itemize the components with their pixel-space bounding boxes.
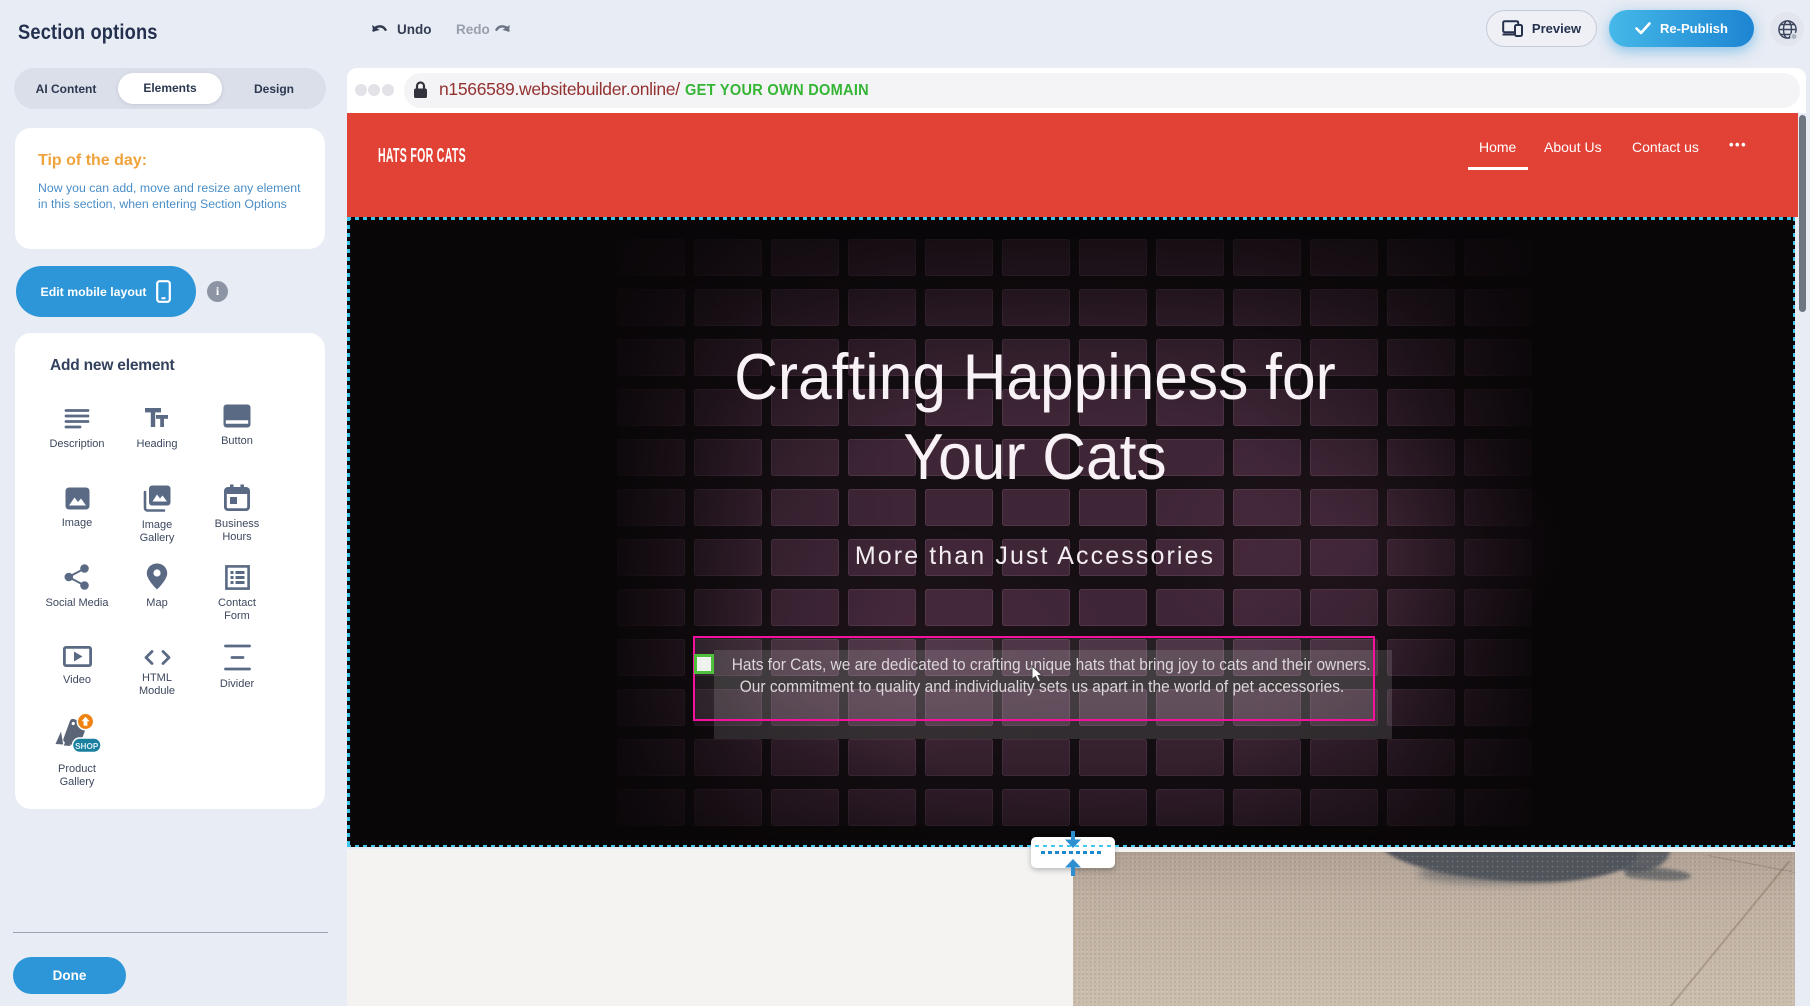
svg-text:SHOP: SHOP <box>75 742 99 751</box>
